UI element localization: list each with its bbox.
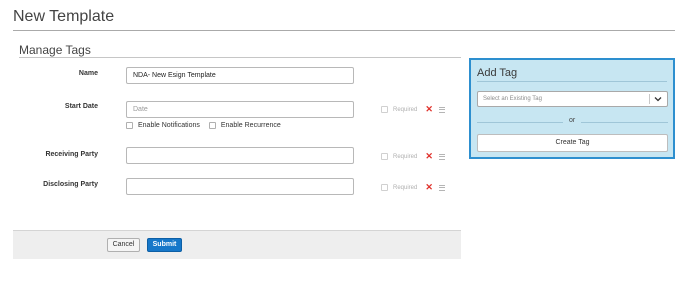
or-text: or	[569, 117, 576, 124]
title-divider	[13, 30, 675, 31]
enable-notifications-label: Enable Notifications	[138, 122, 200, 129]
name-input[interactable]: NDA- New Esign Template	[126, 67, 354, 84]
or-divider-right	[581, 122, 668, 123]
disclosing-party-required-checkbox[interactable]	[381, 184, 388, 191]
x-icon[interactable]: ✕	[425, 151, 433, 162]
disclosing-party-label: Disclosing Party	[43, 181, 98, 188]
start-date-required: Required ✕	[381, 104, 445, 115]
or-divider-left	[477, 122, 563, 123]
start-date-label: Start Date	[64, 103, 98, 110]
chevron-down-icon[interactable]	[653, 92, 663, 106]
form-footer	[13, 230, 461, 259]
disclosing-party-input[interactable]	[126, 178, 354, 195]
existing-tag-placeholder: Select an Existing Tag	[483, 96, 542, 102]
submit-button[interactable]: Submit	[147, 238, 182, 252]
enable-recurrence-checkbox[interactable]	[208, 122, 216, 129]
enable-recurrence-label: Enable Recurrence	[220, 122, 281, 129]
section-divider	[19, 57, 461, 58]
select-separator	[649, 94, 650, 104]
add-tag-title: Add Tag	[477, 67, 518, 79]
add-tag-panel: Add Tag Select an Existing Tag or Create…	[469, 58, 675, 159]
required-label: Required	[393, 184, 418, 191]
cancel-button[interactable]: Cancel	[107, 238, 140, 252]
receiving-party-required: Required ✕	[381, 151, 445, 162]
x-icon[interactable]: ✕	[425, 104, 433, 115]
page-title: New Template	[13, 8, 115, 25]
x-icon[interactable]: ✕	[425, 182, 433, 193]
create-tag-button[interactable]: Create Tag	[477, 134, 668, 152]
drag-handle-icon[interactable]	[438, 184, 445, 191]
receiving-party-label: Receiving Party	[45, 151, 98, 158]
start-date-options: Enable Notifications Enable Recurrence	[126, 122, 281, 129]
enable-notifications-checkbox[interactable]	[126, 122, 133, 129]
receiving-party-input[interactable]	[126, 147, 354, 164]
drag-handle-icon[interactable]	[438, 153, 445, 160]
start-date-input[interactable]: Date	[126, 101, 354, 118]
existing-tag-select[interactable]: Select an Existing Tag	[477, 91, 668, 107]
add-tag-divider	[477, 81, 667, 82]
required-label: Required	[393, 153, 418, 160]
drag-handle-icon[interactable]	[438, 106, 445, 113]
section-title: Manage Tags	[19, 43, 91, 57]
required-label: Required	[393, 106, 418, 113]
receiving-party-required-checkbox[interactable]	[381, 153, 388, 160]
start-date-required-checkbox[interactable]	[381, 106, 388, 113]
name-label: Name	[78, 70, 98, 77]
disclosing-party-required: Required ✕	[381, 182, 445, 193]
